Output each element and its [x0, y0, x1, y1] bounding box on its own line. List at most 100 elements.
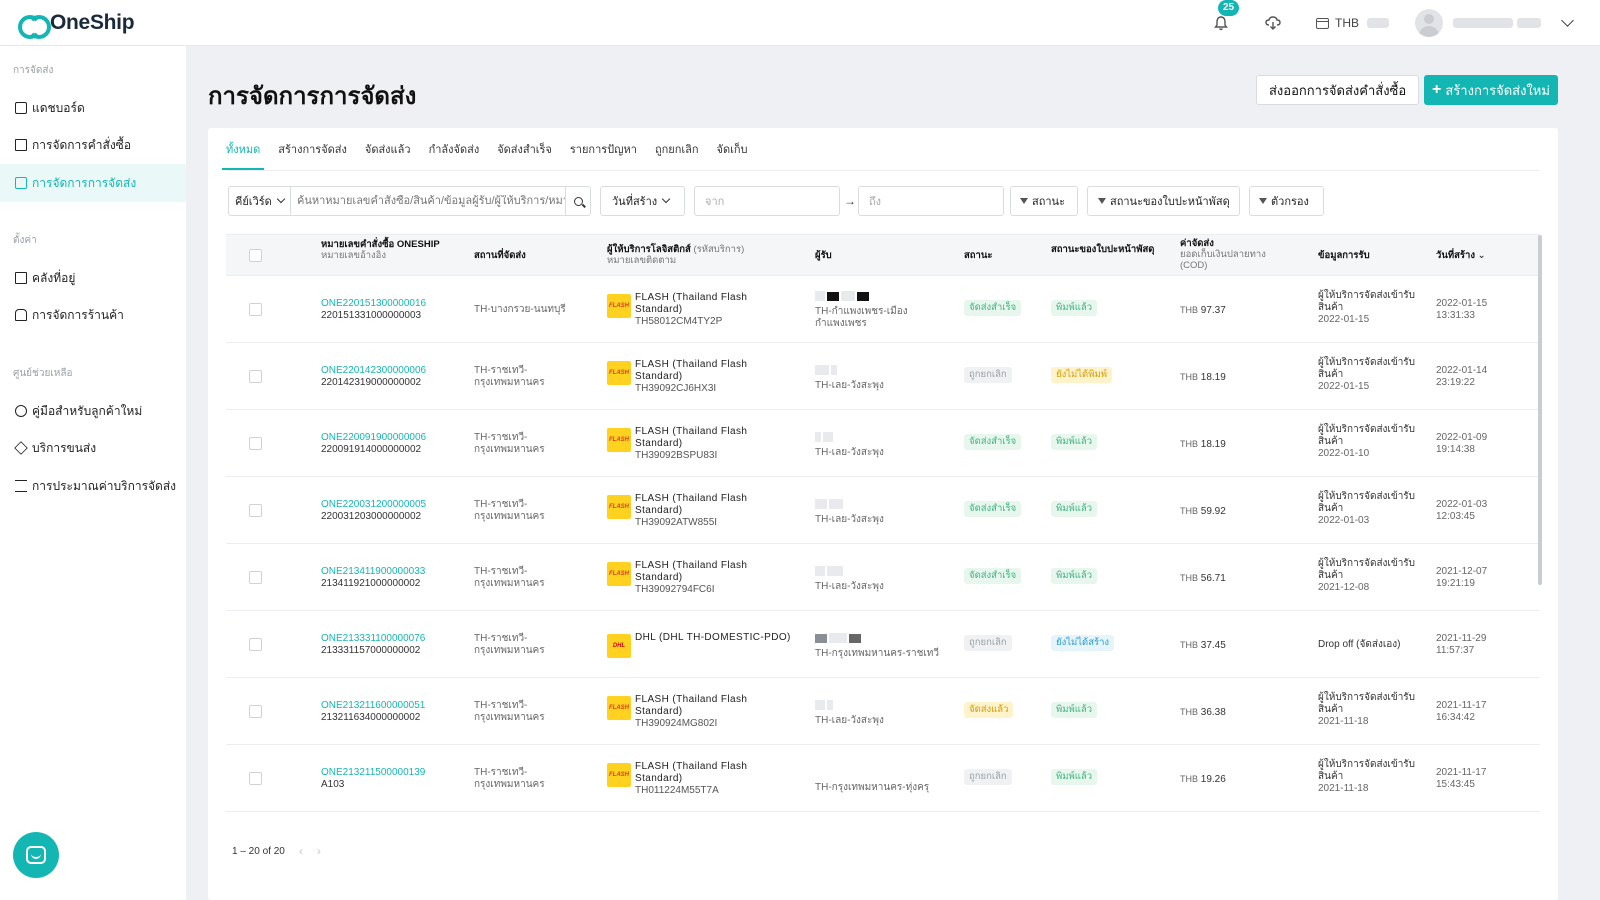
search-field[interactable]: [290, 186, 566, 216]
order-number-link[interactable]: ONE220142300000006: [321, 365, 426, 376]
sidebar-item-shipments[interactable]: การจัดการการจัดส่ง: [0, 164, 186, 202]
row-checkbox[interactable]: [249, 504, 262, 517]
row-checkbox[interactable]: [249, 638, 262, 651]
receiver-name-redacted: [815, 700, 945, 711]
order-number-link[interactable]: ONE220031200000005: [321, 499, 426, 510]
reference-number: 213331157000000002: [321, 645, 421, 656]
row-checkbox[interactable]: [249, 437, 262, 450]
avatar[interactable]: [1415, 9, 1443, 37]
sidebar-item-rate-calculator[interactable]: การประมาณค่าบริการจัดส่ง: [0, 467, 186, 505]
chevron-down-icon[interactable]: [1561, 14, 1574, 27]
table-row[interactable]: ONE213331100000076 213331157000000002 TH…: [226, 611, 1540, 678]
origin-cell: TH-ราชเทวี-กรุงเทพมหานคร: [474, 566, 545, 589]
sidebar-item-address-book[interactable]: คลังที่อยู่: [0, 259, 186, 297]
order-cell: ONE220091900000006 220091914000000002: [321, 432, 426, 456]
tab-shipped[interactable]: จัดส่งแล้ว: [365, 128, 411, 170]
carrier-logo: FLASH: [607, 562, 631, 586]
created-date: 2022-01-15: [1436, 298, 1488, 309]
created-date: 2022-01-14: [1436, 365, 1488, 376]
origin-cell: TH-ราชเทวี-กรุงเทพมหานคร: [474, 432, 545, 455]
status-cell: จัดส่งสำเร็จ: [964, 434, 1022, 450]
pickup-cell: ผู้ให้บริการจัดส่งเข้ารับสินค้า 2022-01-…: [1318, 357, 1418, 393]
tracking-number[interactable]: TH39092BSPU83I: [635, 450, 717, 461]
box-icon: [14, 441, 28, 455]
tab-cancelled[interactable]: ถูกยกเลิก: [655, 128, 699, 170]
search-input[interactable]: [297, 195, 565, 207]
order-number-link[interactable]: ONE213211600000051: [321, 700, 425, 711]
prev-page-button[interactable]: ‹: [299, 844, 303, 858]
tab-all[interactable]: ทั้งหมด: [221, 128, 265, 170]
row-checkbox[interactable]: [249, 772, 262, 785]
table-row[interactable]: ONE213411900000033 213411921000000002 TH…: [226, 544, 1540, 611]
order-number-link[interactable]: ONE213331100000076: [321, 633, 425, 644]
tracking-number[interactable]: TH39092794FC6I: [635, 584, 715, 595]
tracking-number[interactable]: TH39092ATW855I: [635, 517, 717, 528]
date-from-input[interactable]: จาก: [694, 186, 840, 216]
date-type-select[interactable]: วันที่สร้าง: [600, 186, 685, 216]
carrier-name: FLASH (Thailand Flash Standard): [635, 493, 748, 516]
sidebar-item-dashboard[interactable]: แดชบอร์ด: [0, 89, 186, 127]
table-row[interactable]: ONE213211600000051 213211634000000002 TH…: [226, 678, 1540, 745]
select-all-checkbox[interactable]: [249, 249, 262, 262]
receiver-location: TH-กรุงเทพมหานคร-ราชเทวี: [815, 648, 939, 659]
keyword-type-select[interactable]: คีย์เวิร์ด: [228, 186, 291, 216]
carrier-cell: FLASH FLASH (Thailand Flash Standard) TH…: [607, 761, 802, 801]
row-checkbox[interactable]: [249, 705, 262, 718]
order-number-link[interactable]: ONE213411900000033: [321, 566, 425, 577]
column-carrier-label: ผู้ให้บริการโลจิสติกส์: [607, 244, 691, 255]
more-filters-button[interactable]: ตัวกรอง: [1249, 186, 1324, 216]
tracking-number[interactable]: TH39092CJ6HX3I: [635, 383, 716, 394]
tab-created[interactable]: สร้างการจัดส่ง: [278, 128, 347, 170]
currency-selector[interactable]: THB: [1316, 16, 1389, 30]
parcel-status-filter-label: สถานะของใบปะหน้าพัสดุ: [1110, 196, 1230, 208]
table-row[interactable]: ONE220142300000006 220142319000000002 TH…: [226, 343, 1540, 410]
sidebar-item-orders[interactable]: การจัดการคำสั่งซื้อ: [0, 126, 186, 164]
reference-number: A103: [321, 779, 345, 790]
export-shipments-button[interactable]: ส่งออกการจัดส่งคำสั่งซื้อ: [1256, 75, 1420, 105]
download-button[interactable]: [1262, 12, 1284, 34]
table-row[interactable]: ONE220031200000005 220031203000000002 TH…: [226, 477, 1540, 544]
row-checkbox[interactable]: [249, 303, 262, 316]
table-row[interactable]: ONE220091900000006 220091914000000002 TH…: [226, 410, 1540, 477]
created-cell: 2022-01-09 19:14:38: [1436, 432, 1487, 456]
order-number-link[interactable]: ONE220091900000006: [321, 432, 426, 443]
tab-problems[interactable]: รายการปัญหา: [570, 128, 637, 170]
row-checkbox[interactable]: [249, 370, 262, 383]
notifications-button[interactable]: 25: [1210, 0, 1240, 34]
column-created-date[interactable]: วันที่สร้าง ⌄: [1436, 250, 1486, 261]
status-filter-label: สถานะ: [1032, 196, 1065, 208]
chat-support-button[interactable]: [13, 832, 59, 878]
status-cell: จัดส่งแล้ว: [964, 702, 1014, 718]
parcel-status-cell: พิมพ์แล้ว: [1051, 702, 1098, 718]
date-to-input[interactable]: ถึง: [858, 186, 1004, 216]
parcel-status-badge: ยังไม่ได้พิมพ์: [1051, 367, 1112, 383]
table-row[interactable]: ONE213211500000139 A103 TH-ราชเทวี-กรุงเ…: [226, 745, 1540, 812]
next-page-button[interactable]: ›: [317, 844, 321, 858]
oneship-logo[interactable]: OneShip: [18, 11, 135, 39]
row-checkbox[interactable]: [249, 571, 262, 584]
search-button[interactable]: [565, 186, 591, 216]
tab-archived[interactable]: จัดเก็บ: [717, 128, 748, 170]
tracking-number[interactable]: TH390924MG802I: [635, 718, 717, 729]
tracking-number[interactable]: TH58012CM4TY2P: [635, 316, 722, 327]
sidebar-item-new-customer-guide[interactable]: คู่มือสำหรับลูกค้าใหม่: [0, 392, 186, 430]
parcel-status-filter-button[interactable]: สถานะของใบปะหน้าพัสดุ: [1087, 186, 1240, 216]
status-filter-button[interactable]: สถานะ: [1010, 186, 1078, 216]
order-number-link[interactable]: ONE213211500000139: [321, 767, 425, 778]
fee-amount: 37.45: [1200, 640, 1226, 651]
sidebar-item-shop[interactable]: การจัดการร้านค้า: [0, 296, 186, 334]
receiver-location: TH-เลย-วังสะพุง: [815, 514, 884, 525]
tracking-number[interactable]: TH011224M55T7A: [635, 785, 719, 796]
column-status: สถานะ: [964, 250, 993, 261]
fee-cell: THB 97.37: [1180, 304, 1226, 317]
pickup-method: ผู้ให้บริการจัดส่งเข้ารับสินค้า: [1318, 290, 1416, 313]
tab-delivered[interactable]: จัดส่งสำเร็จ: [497, 128, 552, 170]
sidebar-item-carriers[interactable]: บริการขนส่ง: [0, 429, 186, 467]
table-scrollbar[interactable]: [1538, 235, 1542, 585]
tab-in-transit[interactable]: กำลังจัดส่ง: [429, 128, 480, 170]
order-number-link[interactable]: ONE220151300000016: [321, 298, 426, 309]
table-row[interactable]: ONE220151300000016 220151331000000003 TH…: [226, 276, 1540, 343]
carrier-logo: FLASH: [607, 428, 631, 452]
create-shipment-button[interactable]: + สร้างการจัดส่งใหม่: [1424, 75, 1558, 105]
created-cell: 2021-12-07 19:21:19: [1436, 566, 1487, 590]
